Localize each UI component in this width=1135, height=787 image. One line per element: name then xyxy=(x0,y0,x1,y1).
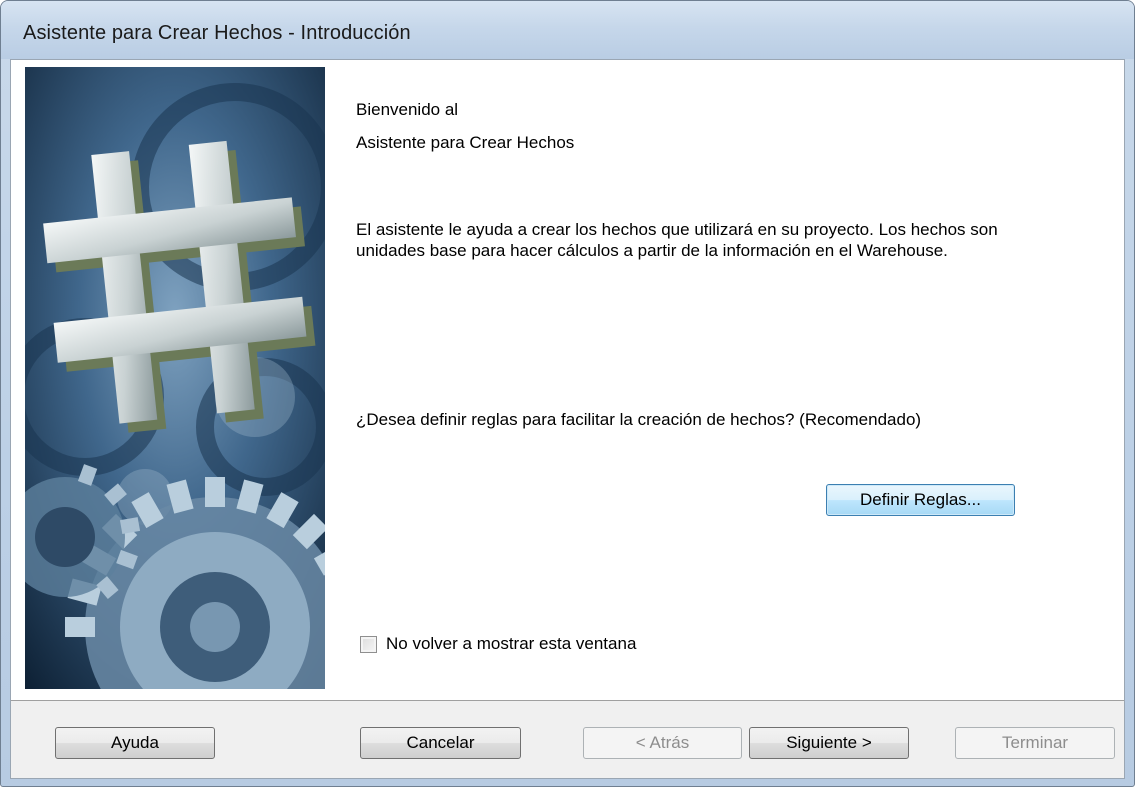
wizard-content-panel: Bienvenido al Asistente para Crear Hecho… xyxy=(11,60,1124,701)
hash-gears-illustration xyxy=(25,67,325,689)
description-line-1: El asistente le ayuda a crear los hechos… xyxy=(356,220,998,239)
welcome-line-1: Bienvenido al xyxy=(356,100,459,119)
welcome-line-2: Asistente para Crear Hechos xyxy=(356,133,575,152)
help-button[interactable]: Ayuda xyxy=(55,727,215,759)
dont-show-again-label[interactable]: No volver a mostrar esta ventana xyxy=(386,633,636,655)
window-title: Asistente para Crear Hechos - Introducci… xyxy=(23,22,411,44)
wizard-window: Asistente para Crear Hechos - Introducci… xyxy=(0,0,1135,787)
define-rules-button[interactable]: Definir Reglas... xyxy=(826,484,1015,516)
rules-question: ¿Desea definir reglas para facilitar la … xyxy=(356,410,922,429)
gears-hash-icon xyxy=(25,67,325,689)
description-line-2: unidades base para hacer cálculos a part… xyxy=(356,241,948,260)
back-button[interactable]: < Atrás xyxy=(583,727,742,759)
finish-button[interactable]: Terminar xyxy=(955,727,1115,759)
title-bar[interactable]: Asistente para Crear Hechos - Introducci… xyxy=(1,1,1134,59)
next-button[interactable]: Siguiente > xyxy=(749,727,909,759)
dialog-client-area: Bienvenido al Asistente para Crear Hecho… xyxy=(10,59,1125,779)
dont-show-again-checkbox[interactable] xyxy=(360,636,377,653)
cancel-button[interactable]: Cancelar xyxy=(360,727,521,759)
